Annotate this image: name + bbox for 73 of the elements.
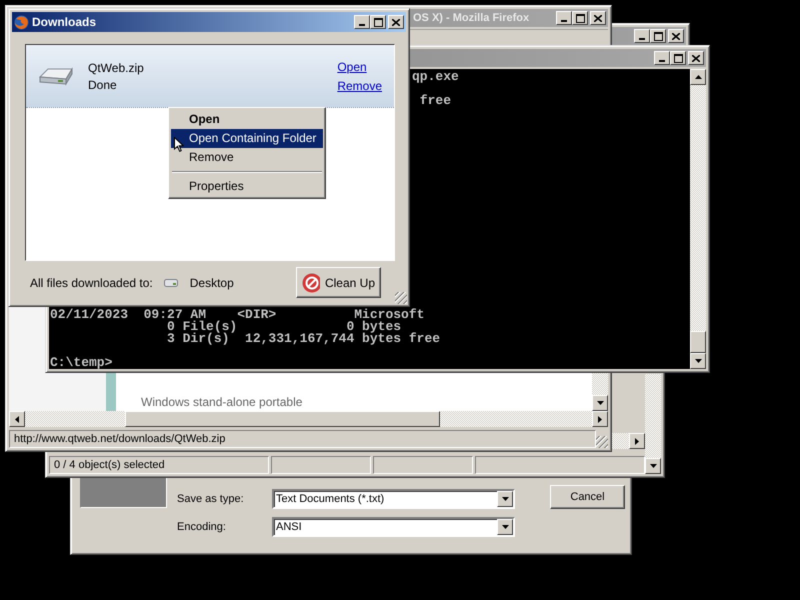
close-button[interactable]: [590, 11, 606, 25]
close-button[interactable]: [688, 51, 704, 65]
browser-logo-icon: [14, 14, 29, 30]
close-button[interactable]: [388, 15, 404, 29]
minimize-icon: [659, 60, 665, 62]
maximize-button[interactable]: [572, 11, 588, 25]
menu-item[interactable]: Properties: [171, 177, 323, 196]
clean-up-button[interactable]: Clean Up: [296, 267, 381, 298]
drive-icon: [164, 278, 178, 286]
drive-icon: [38, 65, 74, 87]
console-line: 0 File(s) 0 bytes: [166, 321, 402, 333]
download-action-link[interactable]: Open: [337, 60, 367, 74]
scroll-down-icon[interactable]: [592, 395, 608, 411]
scroll-down-icon[interactable]: [645, 458, 661, 474]
maximize-icon: [374, 18, 382, 26]
window-title: Downloads: [32, 15, 96, 29]
scrollbar-thumb[interactable]: [125, 411, 440, 427]
scroll-right-icon[interactable]: [592, 411, 608, 427]
horizontal-scrollbar[interactable]: [9, 411, 608, 427]
minimize-button[interactable]: [556, 11, 572, 25]
scroll-left-icon[interactable]: [9, 411, 25, 427]
minimize-icon: [359, 24, 365, 26]
console-line: 3 Dir(s) 12,331,167,744 bytes free: [166, 333, 442, 345]
field-label: Encoding:: [177, 521, 227, 533]
vertical-scrollbar[interactable]: [592, 373, 608, 411]
close-icon: [672, 32, 680, 40]
maximize-icon: [674, 54, 682, 62]
menu-item[interactable]: Remove: [171, 148, 323, 167]
dropdown-field[interactable]: Text Documents (*.txt): [272, 489, 515, 509]
cursor-icon: [174, 137, 184, 152]
menu-item[interactable]: Open: [171, 110, 323, 129]
maximize-icon: [654, 32, 662, 40]
close-icon: [392, 18, 400, 26]
scroll-down-icon[interactable]: [690, 353, 706, 369]
maximize-button[interactable]: [650, 29, 666, 43]
file-name: QtWeb.zip: [88, 60, 145, 74]
download-action-link[interactable]: Remove: [337, 78, 382, 92]
maximize-icon: [576, 14, 584, 22]
console-line: qp.exe: [412, 71, 460, 83]
console-line: C:\temp>: [50, 357, 114, 369]
menu-item[interactable]: Open Containing Folder: [171, 129, 323, 148]
minimize-icon: [639, 38, 645, 40]
vertical-scrollbar[interactable]: [645, 374, 661, 474]
maximize-button[interactable]: [370, 15, 386, 29]
resize-grip-icon[interactable]: [596, 436, 608, 448]
status-text: 0 / 4 object(s) selected: [49, 456, 269, 474]
status-text: http://www.qtweb.net/downloads/QtWeb.zip: [9, 430, 596, 448]
maximize-button[interactable]: [670, 51, 686, 65]
dialog-button[interactable]: Cancel: [550, 485, 625, 509]
scrollbar-thumb[interactable]: [690, 331, 706, 353]
close-button[interactable]: [668, 29, 684, 43]
no-entry-icon: [302, 272, 320, 292]
vertical-scrollbar[interactable]: [690, 69, 706, 369]
close-icon: [692, 54, 700, 62]
resize-grip-icon[interactable]: [395, 292, 407, 304]
field-label: Save as type:: [177, 493, 245, 505]
scroll-up-icon[interactable]: [690, 69, 706, 85]
download-item[interactable]: QtWeb.zip Done Open Remove: [26, 45, 394, 108]
folder-label: All files downloaded to:: [30, 276, 153, 290]
minimize-icon: [561, 20, 567, 22]
download-status: Done: [88, 78, 118, 92]
console-line: 02/11/2023 09:27 AM <DIR> Microsoft: [50, 309, 426, 321]
accent-bar: [106, 373, 116, 411]
scroll-right-icon[interactable]: [629, 433, 645, 449]
window-title: OS X) - Mozilla Firefox: [413, 12, 530, 24]
dropdown-field[interactable]: ANSI: [272, 517, 515, 537]
close-icon: [594, 14, 602, 22]
minimize-button[interactable]: [634, 29, 650, 43]
page-text: Windows stand-alone portable: [141, 395, 302, 409]
minimize-button[interactable]: [654, 51, 670, 65]
console-line: free: [418, 95, 452, 107]
folder-name: Desktop: [190, 276, 235, 290]
minimize-button[interactable]: [354, 15, 370, 29]
